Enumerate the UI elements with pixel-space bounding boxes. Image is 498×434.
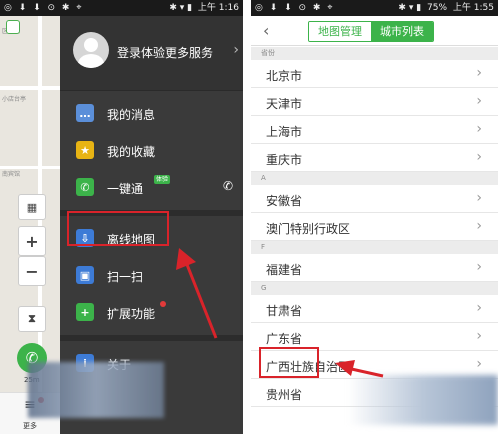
arrow-annotation <box>176 248 218 339</box>
left-screenshot: ◎ ⬇ ⬇ ⊙ ✱ ⌖ ✱ ▾ ▮ 上午 1:16 区福地 小店台亭 南宾馆 ▦… <box>0 0 243 434</box>
right-screenshot: ◎ ⬇ ⬇ ⊙ ✱ ⌖ ✱ ▾ ▮ 75% 上午 1:55 ‹ 地图管理 城市列… <box>251 0 498 434</box>
arrow-annotation <box>335 360 384 378</box>
divider <box>243 0 251 434</box>
